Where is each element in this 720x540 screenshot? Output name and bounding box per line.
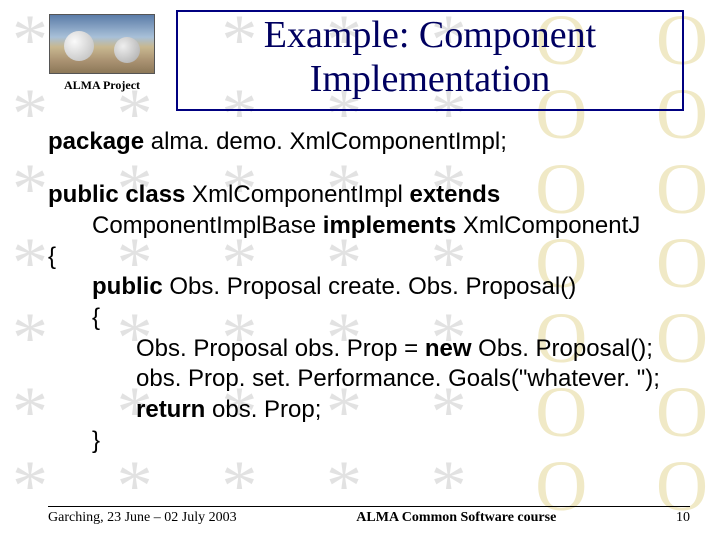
extends-clause: ComponentImplBase — [92, 212, 323, 239]
logo-image — [49, 14, 155, 74]
code-line-package: package alma. demo. XmlComponentImpl; — [48, 127, 690, 158]
slide-title-box: Example: Component Implementation — [176, 10, 684, 111]
logo-caption: ALMA Project — [64, 78, 140, 93]
footer-divider — [48, 506, 690, 507]
kw-new: new — [425, 335, 472, 362]
stmt2: obs. Prop. set. Performance. Goals("what… — [136, 365, 660, 392]
footer-right: 10 — [676, 510, 690, 526]
slide-title-line2: Implementation — [188, 58, 672, 102]
code-line-stmt2: obs. Prop. set. Performance. Goals("what… — [48, 364, 690, 395]
kw-package: package — [48, 128, 144, 155]
code-line-open-brace: { — [48, 242, 690, 273]
footer-left: Garching, 23 June – 02 July 2003 — [48, 510, 237, 526]
method-close: } — [92, 427, 100, 454]
code-line-stmt1: Obs. Proposal obs. Prop = new Obs. Propo… — [48, 334, 690, 365]
logo-block: ALMA Project — [48, 14, 156, 93]
code-line-classdecl: public class XmlComponentImpl extends — [48, 180, 690, 211]
slide-title-line1: Example: Component — [188, 14, 672, 58]
kw-public-class: public class — [48, 181, 185, 208]
kw-return: return — [136, 396, 205, 423]
code-line-stmt3: return obs. Prop; — [48, 395, 690, 426]
stmt1-b: Obs. Proposal(); — [472, 335, 653, 362]
code-line-method-open: { — [48, 303, 690, 334]
stmt3: obs. Prop; — [205, 396, 321, 423]
code-line-extends: ComponentImplBase implements XmlComponen… — [48, 211, 690, 242]
code-body: package alma. demo. XmlComponentImpl; pu… — [48, 127, 690, 456]
footer-center: ALMA Common Software course — [356, 510, 556, 526]
method-open: { — [92, 304, 100, 331]
method-sig: Obs. Proposal create. Obs. Proposal() — [163, 273, 577, 300]
kw-extends: extends — [409, 181, 500, 208]
open-brace: { — [48, 243, 56, 270]
code-line-method-sig: public Obs. Proposal create. Obs. Propos… — [48, 272, 690, 303]
pkg-name: alma. demo. XmlComponentImpl; — [144, 128, 507, 155]
kw-public: public — [92, 273, 163, 300]
stmt1-a: Obs. Proposal obs. Prop = — [136, 335, 425, 362]
class-name: XmlComponentImpl — [185, 181, 409, 208]
slide-footer: Garching, 23 June – 02 July 2003 ALMA Co… — [48, 506, 690, 526]
kw-implements: implements — [323, 212, 456, 239]
code-line-method-close: } — [48, 426, 690, 457]
impl-name: XmlComponentJ — [456, 212, 640, 239]
